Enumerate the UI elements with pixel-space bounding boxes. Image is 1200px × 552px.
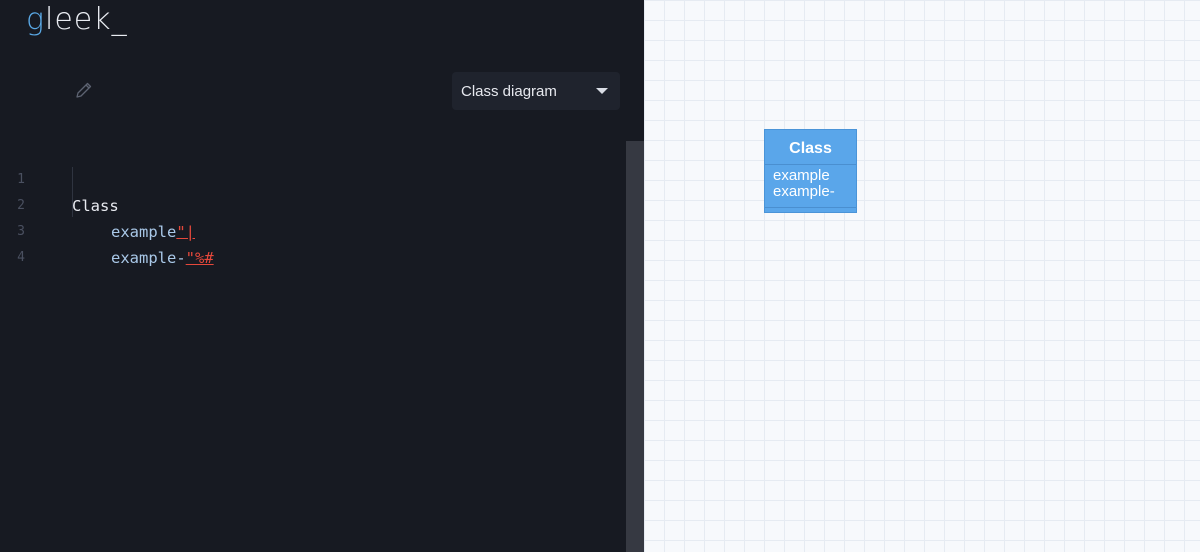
editor-scrollbar[interactable]	[626, 141, 644, 552]
indent-guide	[72, 167, 73, 217]
app-logo[interactable]: gleek_	[26, 2, 128, 37]
class-attribute: example-	[773, 183, 835, 200]
diagram-type-select[interactable]: Class diagram	[452, 72, 620, 110]
code-line[interactable]: 2 example"|	[0, 167, 620, 241]
code-line[interactable]: 3 example-"%#	[0, 193, 620, 267]
class-node[interactable]: Class example example-	[764, 129, 857, 213]
code-editor[interactable]: 1 Class 2 example"| 3 example-"%# 4	[0, 141, 620, 267]
line-number: 4	[17, 250, 25, 265]
caret-down-icon	[596, 88, 608, 94]
syntax-error-token: "%#	[185, 249, 214, 267]
code-text: example-"%#	[111, 245, 214, 271]
code-line[interactable]: 4	[0, 219, 620, 265]
pencil-icon[interactable]	[74, 80, 94, 100]
class-attribute: example	[773, 167, 830, 184]
class-attributes: example example-	[765, 165, 856, 208]
code-token: example-	[111, 249, 186, 267]
class-name: Class	[765, 130, 856, 165]
editor-pane: gleek_ Class diagram 1 Class 2 example"|…	[0, 0, 644, 552]
logo-rest: leek_	[45, 2, 128, 37]
code-line[interactable]: 1 Class	[0, 141, 620, 215]
diagram-canvas[interactable]: Class example example-	[644, 0, 1200, 552]
diagram-type-value: Class diagram	[461, 82, 557, 100]
scrollbar-track	[626, 0, 644, 141]
logo-prefix: g	[26, 2, 46, 37]
